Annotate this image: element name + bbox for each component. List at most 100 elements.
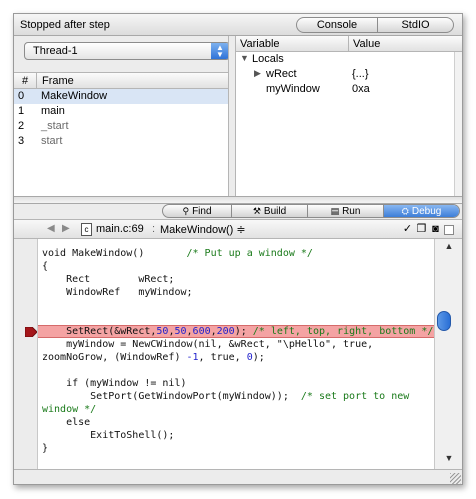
- frame-row[interactable]: 3 start: [14, 134, 228, 149]
- value-header[interactable]: Value: [348, 36, 380, 51]
- code-editor[interactable]: void MakeWindow() /* Put up a window */ …: [14, 239, 462, 469]
- tab-console[interactable]: Console: [297, 18, 377, 32]
- thread-popup-label: Thread-1: [33, 45, 78, 57]
- code-comment: /* left, top, right, bottom */: [252, 326, 434, 337]
- code-line: }: [42, 443, 49, 454]
- code-text-span: SetPort(GetWindowPort(myWindow));: [42, 391, 301, 402]
- variables-table-header: Variable Value: [236, 36, 462, 52]
- forward-arrow-icon[interactable]: ▶: [62, 223, 70, 234]
- code-scrollbar[interactable]: ▲ ▼: [434, 239, 462, 469]
- disclosure-closed-icon[interactable]: ▶: [254, 68, 261, 79]
- scroll-thumb[interactable]: [437, 311, 451, 331]
- frame-num-header[interactable]: #: [22, 75, 28, 87]
- vertical-splitter[interactable]: [228, 36, 236, 196]
- code-line: {: [42, 261, 49, 272]
- tab-stdio[interactable]: StdIO: [377, 18, 453, 32]
- code-comment: /* Put up a window */: [186, 248, 313, 259]
- frame-name-header[interactable]: Frame: [36, 73, 74, 88]
- code-line: zoomNoGrow, (WindowRef) -1, true, 0);: [42, 352, 265, 363]
- breakpoint-gutter[interactable]: [14, 239, 38, 469]
- code-number: -1: [186, 352, 199, 363]
- code-comment: /* set port to new: [300, 391, 410, 402]
- scroll-down-icon[interactable]: ▼: [437, 453, 461, 467]
- variable-header[interactable]: Variable: [240, 38, 280, 50]
- code-text-span: zoomNoGrow, (WindowRef): [42, 352, 187, 363]
- variable-row[interactable]: ▼ Locals: [236, 52, 462, 67]
- code-line: WindowRef myWindow;: [42, 287, 193, 298]
- code-text-span: void MakeWindow(): [42, 248, 187, 259]
- thread-popup[interactable]: Thread-1 ▲ ▼: [24, 42, 230, 60]
- code-number: 600: [192, 326, 211, 337]
- pc-arrow-icon: [25, 327, 37, 337]
- file-popup[interactable]: main.c:69: [96, 223, 144, 235]
- code-line: myWindow = NewCWindow(nil, &wRect, "\pHe…: [42, 339, 374, 350]
- tab-run-label: Run: [342, 206, 361, 217]
- stack-frame-table: # Frame 0 MakeWindow 1 main 2 _start 3 s…: [14, 72, 228, 196]
- variables-scrollbar[interactable]: [454, 52, 462, 196]
- magnifier-icon: ⚲: [182, 206, 190, 216]
- upper-pane: Thread-1 ▲ ▼ # Frame 0 MakeWindow 1 main …: [14, 36, 462, 196]
- checkmark-icon[interactable]: ✓: [402, 223, 413, 235]
- c-file-icon: c: [81, 223, 92, 236]
- console-stdio-segmented: Console StdIO: [296, 17, 454, 33]
- frame-name: start: [41, 135, 63, 147]
- split-editor-icon[interactable]: [444, 225, 454, 235]
- mode-tabs: ⚲ Find ⚒ Build ▤ Run ⛭ Debug: [162, 204, 460, 218]
- frame-num: 1: [18, 105, 25, 117]
- tab-find-label: Find: [192, 206, 212, 217]
- nav-separator: :: [152, 223, 156, 235]
- tab-find[interactable]: ⚲ Find: [163, 205, 231, 217]
- scroll-up-icon[interactable]: ▲: [437, 241, 461, 255]
- tab-debug-label: Debug: [411, 206, 442, 217]
- frame-num: 2: [18, 120, 25, 132]
- code-text[interactable]: void MakeWindow() /* Put up a window */ …: [38, 239, 434, 469]
- run-icon: ▤: [330, 206, 340, 216]
- frame-name: _start: [41, 120, 69, 132]
- code-number: 0: [246, 352, 253, 363]
- back-arrow-icon[interactable]: ◀: [47, 223, 55, 234]
- code-line: ExitToShell();: [42, 430, 175, 441]
- code-line: Rect wRect;: [42, 274, 175, 285]
- frame-name: MakeWindow: [41, 90, 108, 102]
- tab-run[interactable]: ▤ Run: [307, 205, 383, 217]
- bug-icon: ⛭: [401, 206, 409, 216]
- code-text-span: SetRect(&wRect,: [42, 326, 157, 337]
- resize-grip-icon[interactable]: [450, 473, 461, 484]
- variable-name: Locals: [252, 53, 284, 65]
- code-number: 50: [174, 326, 187, 337]
- variable-row[interactable]: ▶ wRect {...}: [236, 67, 462, 82]
- debugger-window: Stopped after step Console StdIO Thread-…: [13, 13, 463, 485]
- variable-name: wRect: [266, 68, 297, 80]
- status-text: Stopped after step: [20, 19, 110, 31]
- frame-num: 3: [18, 135, 25, 147]
- frame-row[interactable]: 2 _start: [14, 119, 228, 134]
- tab-strip: ⚲ Find ⚒ Build ▤ Run ⛭ Debug: [14, 204, 462, 219]
- thread-frame-pane: Thread-1 ▲ ▼ # Frame 0 MakeWindow 1 main …: [14, 36, 234, 196]
- code-line-current: SetRect(&wRect,50,50,600,200); /* left, …: [42, 326, 434, 337]
- split-pages-icon[interactable]: ❐: [416, 223, 427, 235]
- variables-pane: Variable Value ▼ Locals ▶ wRect {...} my…: [236, 36, 462, 196]
- waveform-icon[interactable]: ◙: [430, 223, 441, 235]
- code-line: window */: [42, 403, 96, 416]
- disclosure-open-icon[interactable]: ▼: [240, 53, 249, 63]
- editor-nav-bar: ◀ ▶ c main.c:69 : MakeWindow() ≑ ✓ ❐ ◙: [14, 219, 462, 239]
- frame-row[interactable]: 1 main: [14, 104, 228, 119]
- code-line: if (myWindow != nil): [42, 378, 187, 389]
- frame-row[interactable]: 0 MakeWindow: [14, 89, 228, 104]
- variable-row[interactable]: myWindow 0xa: [236, 82, 462, 97]
- code-number: 50: [156, 326, 169, 337]
- code-line: else: [42, 417, 91, 428]
- code-line: SetPort(GetWindowPort(myWindow)); /* set…: [42, 390, 409, 403]
- tab-build[interactable]: ⚒ Build: [231, 205, 307, 217]
- code-comment: window */: [42, 404, 97, 415]
- function-popup[interactable]: MakeWindow() ≑: [160, 223, 246, 236]
- tab-debug[interactable]: ⛭ Debug: [383, 205, 459, 217]
- variable-name: myWindow: [266, 83, 320, 95]
- frame-name: main: [41, 105, 65, 117]
- variable-value: 0xa: [352, 83, 370, 95]
- horizontal-splitter[interactable]: [14, 196, 462, 204]
- status-bar: Stopped after step Console StdIO: [14, 14, 462, 36]
- code-number: 200: [216, 326, 235, 337]
- bottom-bar: [14, 469, 462, 484]
- variable-value: {...}: [352, 68, 369, 80]
